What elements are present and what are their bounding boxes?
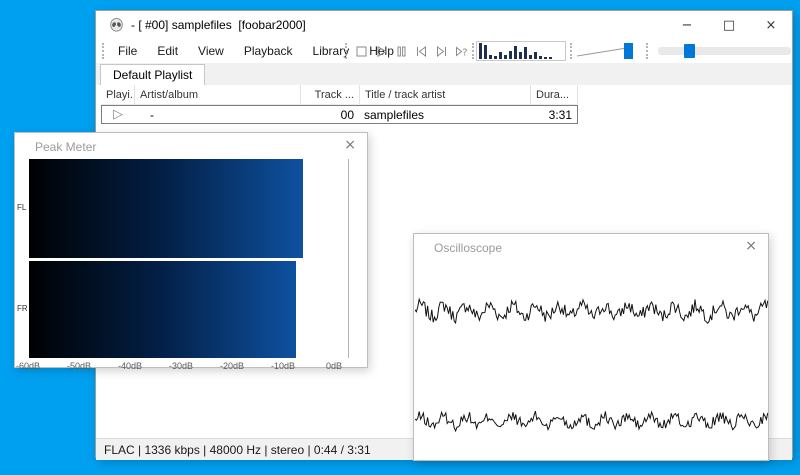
cell-duration: 3:31 <box>548 107 572 122</box>
close-button[interactable]: × <box>750 11 792 39</box>
previous-icon <box>416 45 426 57</box>
minimize-button[interactable]: − <box>666 11 708 39</box>
spectrum-visualization[interactable] <box>476 41 566 61</box>
cell-title: samplefiles <box>364 107 425 122</box>
playlist-tab-strip: Default Playlist <box>96 63 792 85</box>
stop-icon <box>356 46 366 56</box>
now-playing-icon: ▷ <box>113 107 123 122</box>
zero-db-line <box>348 159 349 358</box>
tab-default-playlist[interactable]: Default Playlist <box>100 64 206 85</box>
column-header-title[interactable]: Title / track artist <box>360 85 531 104</box>
spectrum-bar <box>519 52 522 59</box>
spectrum-bar <box>509 51 512 59</box>
menu-edit[interactable]: Edit <box>147 44 188 58</box>
playlist-view: Playi...Artist/albumTrack ...Title / tra… <box>101 85 578 124</box>
scale-label: -20dB <box>219 361 245 371</box>
seekbar[interactable] <box>658 41 791 61</box>
seekbar-groove[interactable] <box>658 47 791 55</box>
next-icon <box>436 45 446 57</box>
peak-meter-display <box>29 159 355 358</box>
scale-label: -10dB <box>270 361 296 371</box>
waveform-channel <box>415 297 768 325</box>
window-title: - [ #00] samplefiles [foobar2000] <box>131 18 306 32</box>
oscilloscope-title: Oscilloscope <box>434 241 503 255</box>
column-header-artist[interactable]: Artist/album <box>135 85 301 104</box>
spectrum-bar <box>504 55 507 59</box>
playlist-rows: ▷ - 00 samplefiles 3:31 <box>101 105 578 124</box>
maximize-button[interactable]: □ <box>708 11 750 39</box>
random-icon: ? <box>455 45 467 58</box>
peak-bar-fr <box>29 261 296 358</box>
scale-label: 0dB <box>325 361 343 371</box>
spectrum-bar <box>479 43 482 59</box>
toolbar-grip[interactable] <box>345 43 347 59</box>
scale-label: -40dB <box>117 361 143 371</box>
spectrum-bar <box>484 45 487 59</box>
play-icon <box>377 45 387 57</box>
pause-icon <box>397 46 405 56</box>
spectrum-bar <box>489 55 492 59</box>
waveform-channel <box>415 410 768 433</box>
peak-meter-close-icon[interactable]: × <box>344 137 356 153</box>
oscilloscope-waveform <box>415 297 768 433</box>
play-button[interactable] <box>371 39 391 63</box>
spectrum-bar <box>539 56 542 59</box>
transport-controls: ? <box>351 39 471 63</box>
oscilloscope-close-icon[interactable]: × <box>745 238 757 254</box>
title-bar[interactable]: - [ #00] samplefiles [foobar2000] − □ × <box>96 11 792 39</box>
playlist-row[interactable]: ▷ - 00 samplefiles 3:31 <box>101 105 578 124</box>
oscilloscope-window[interactable]: Oscilloscope × <box>413 233 769 461</box>
cell-playing: ▷ <box>102 106 134 123</box>
cell-track: 00 <box>340 107 354 122</box>
column-header-playing[interactable]: Playi... <box>101 85 135 104</box>
toolbar-grip[interactable] <box>472 43 474 59</box>
spectrum-bar <box>549 57 552 59</box>
menu-file[interactable]: File <box>108 44 147 58</box>
column-header-track[interactable]: Track ... <box>301 85 360 104</box>
status-text: FLAC | 1336 kbps | 48000 Hz | stereo | 0… <box>104 442 371 457</box>
column-header-duration[interactable]: Dura... <box>531 85 578 104</box>
scale-label: -60dB <box>15 361 41 371</box>
next-button[interactable] <box>431 39 451 63</box>
spectrum-bar <box>544 57 547 59</box>
desktop: - [ #00] samplefiles [foobar2000] − □ × … <box>0 0 800 475</box>
tab-label: Default Playlist <box>113 68 193 82</box>
menu-view[interactable]: View <box>188 44 234 58</box>
random-button[interactable]: ? <box>451 39 471 63</box>
pause-button[interactable] <box>391 39 411 63</box>
spectrum-bar <box>514 46 517 59</box>
peak-bar-fl <box>29 159 303 258</box>
toolbar-grip[interactable] <box>570 43 572 59</box>
toolbar-grip[interactable] <box>646 43 648 59</box>
scale-label: -30dB <box>168 361 194 371</box>
peak-meter-window[interactable]: Peak Meter × FL FR -60dB -50dB -40dB -30dB -20… <box>14 132 368 371</box>
toolbar-grip[interactable] <box>102 43 104 59</box>
stop-button[interactable] <box>351 39 371 63</box>
spectrum-bar <box>499 52 502 59</box>
channel-label-fr: FR <box>17 304 28 313</box>
spectrum-bar <box>534 52 537 59</box>
menu-playback[interactable]: Playback <box>234 44 303 58</box>
peak-meter-title: Peak Meter <box>35 140 97 154</box>
toolbar: File Edit View Playback Library Help ? <box>96 39 792 64</box>
volume-slider[interactable] <box>575 41 637 61</box>
scale-label: -50dB <box>66 361 92 371</box>
foobar2000-app-icon <box>110 17 123 32</box>
spectrum-bar <box>524 47 527 59</box>
svg-text:?: ? <box>462 47 467 58</box>
volume-slider-handle[interactable] <box>624 43 633 59</box>
seekbar-handle[interactable] <box>684 44 695 58</box>
playlist-header-row: Playi...Artist/albumTrack ...Title / tra… <box>101 85 578 105</box>
spectrum-bar <box>494 56 497 59</box>
previous-button[interactable] <box>411 39 431 63</box>
cell-artist: - <box>150 107 154 122</box>
channel-label-fl: FL <box>17 203 27 212</box>
spectrum-bar <box>529 55 532 59</box>
